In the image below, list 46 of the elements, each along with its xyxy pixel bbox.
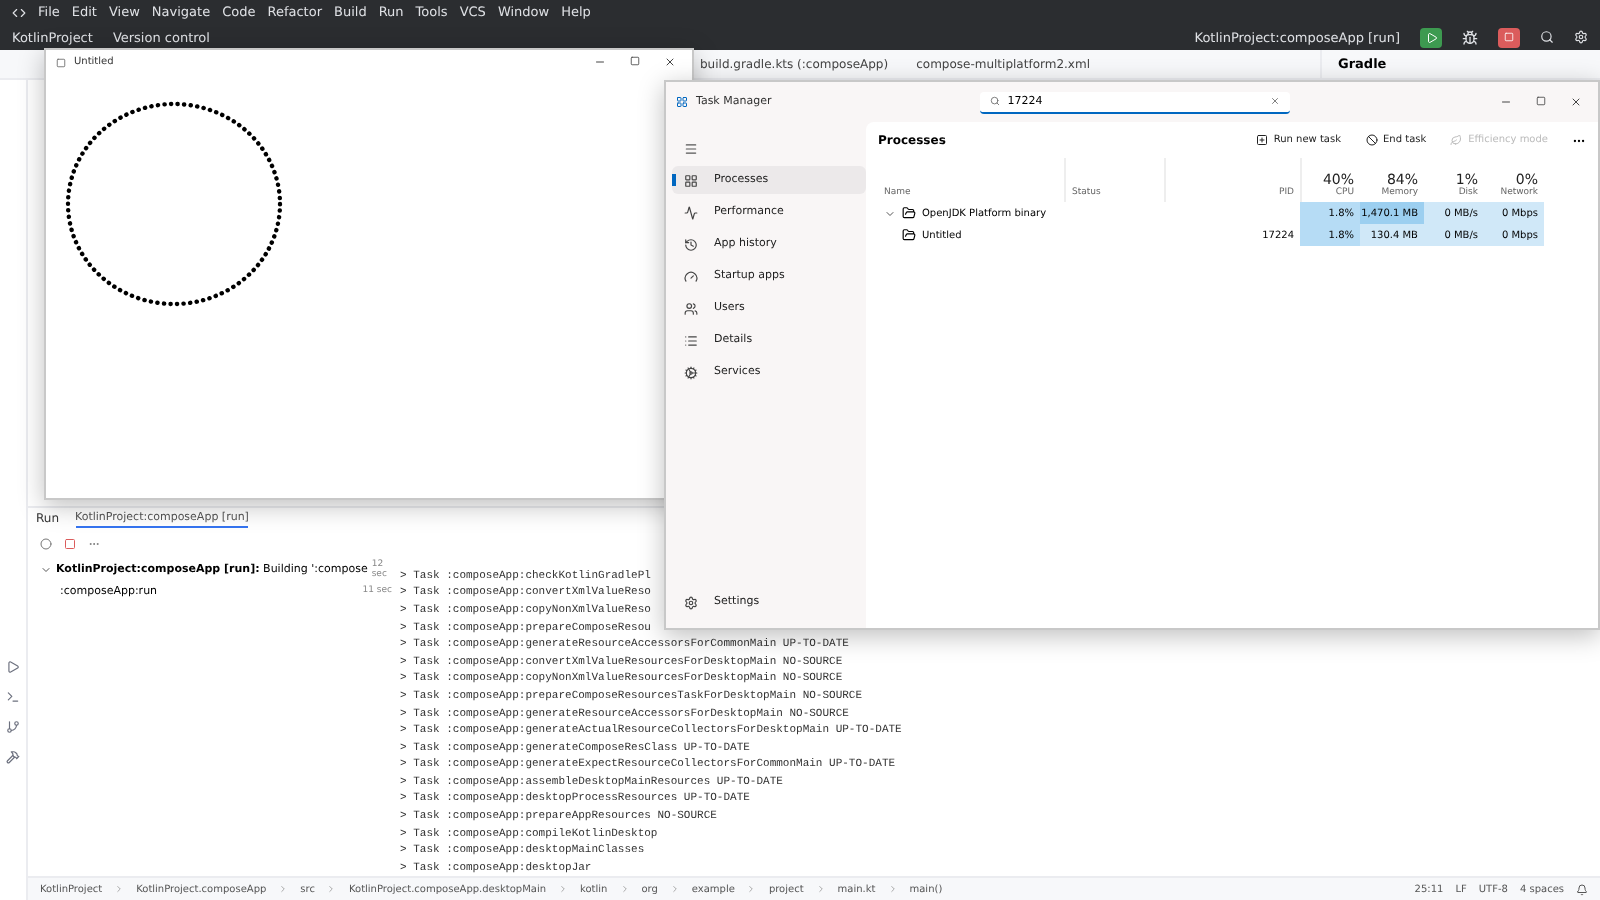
search-icon xyxy=(989,96,1000,106)
chevron-icon xyxy=(114,884,125,895)
stop-icon[interactable] xyxy=(64,537,76,550)
rerun-button[interactable] xyxy=(1420,27,1442,47)
close-icon[interactable] xyxy=(1570,96,1582,108)
list-icon xyxy=(684,333,698,347)
window-icon xyxy=(56,57,66,67)
maximize-icon[interactable] xyxy=(1536,96,1546,106)
stop-icon xyxy=(1504,32,1514,42)
chevron-icon[interactable] xyxy=(884,207,896,219)
bug-icon[interactable] xyxy=(1462,29,1478,45)
settings-icon[interactable] xyxy=(1574,30,1588,44)
minimize-icon[interactable] xyxy=(594,56,606,68)
plus-square-icon xyxy=(1255,134,1268,146)
app-logo-icon xyxy=(12,5,26,19)
stop-button[interactable] xyxy=(1498,27,1520,47)
chevron-icon xyxy=(326,884,337,895)
chevron-icon xyxy=(278,884,289,895)
settings-icon xyxy=(684,595,698,609)
chart-icon xyxy=(684,205,698,219)
gear-icon xyxy=(684,365,698,379)
search-icon[interactable] xyxy=(1540,30,1554,44)
menu-icon[interactable] xyxy=(684,141,698,155)
branch-icon[interactable] xyxy=(6,720,20,734)
chevron-icon[interactable] xyxy=(40,563,52,576)
grid-icon xyxy=(684,173,698,187)
gauge-icon xyxy=(684,269,698,283)
maximize-icon[interactable] xyxy=(630,56,640,66)
bell-icon[interactable] xyxy=(1576,883,1588,896)
run-icon[interactable] xyxy=(6,660,20,674)
users-icon xyxy=(684,301,698,315)
hammer-icon[interactable] xyxy=(6,750,20,764)
chevron-icon xyxy=(815,884,826,895)
chevron-icon xyxy=(887,884,898,895)
minimize-icon[interactable] xyxy=(1500,96,1512,108)
close-icon[interactable] xyxy=(664,56,676,68)
leaf-icon xyxy=(1450,134,1463,146)
chevron-icon xyxy=(669,884,680,895)
task-manager-icon xyxy=(676,96,688,108)
history-icon xyxy=(684,237,698,251)
chevron-icon xyxy=(619,884,630,895)
ban-icon xyxy=(1365,134,1378,146)
chevron-icon xyxy=(558,884,569,895)
chevron-icon xyxy=(746,884,757,895)
play-icon xyxy=(1425,31,1437,43)
terminal-icon[interactable] xyxy=(6,690,20,704)
